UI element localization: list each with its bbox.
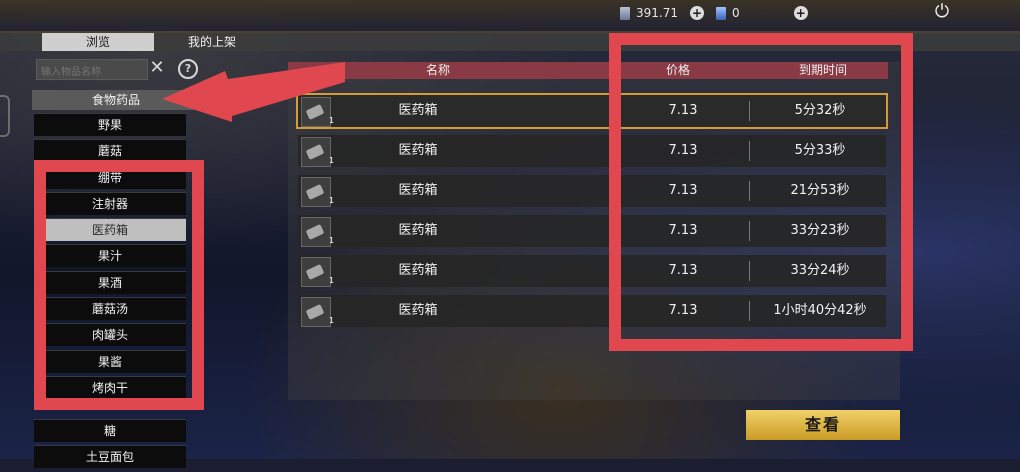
coin-amount: 391.71 [636,6,678,20]
item-name: 医药箱 [398,263,438,278]
card-icon [716,6,726,20]
coin-icon [620,6,630,20]
card-amount: 0 [732,6,740,20]
category-item[interactable]: 蘑菇 [34,139,186,163]
search-input[interactable] [37,63,145,82]
item-name: 医药箱 [398,183,438,198]
category-list-bottom: 糖 土豆面包 [34,419,186,472]
side-handle[interactable] [0,95,10,137]
item-name: 医药箱 [398,103,438,118]
add-card-plus-icon[interactable]: + [793,6,808,20]
view-button[interactable]: 查看 [746,410,900,440]
help-icon[interactable]: ? [178,59,198,79]
category-item[interactable]: 野果 [34,113,186,136]
category-header[interactable]: 食物药品 [32,90,200,110]
highlight-box-categories [34,160,204,410]
item-name: 医药箱 [398,143,438,158]
tab-my-listings[interactable]: 我的上架 [170,33,254,51]
item-name: 医药箱 [398,303,438,318]
power-icon[interactable]: ⏻ [932,2,952,22]
item-name: 医药箱 [398,223,438,238]
category-item[interactable]: 糖 [34,419,186,442]
category-item[interactable]: 土豆面包 [34,445,186,469]
medkit-icon: 1 [301,297,334,327]
header-name: 名称 [425,63,450,77]
top-ornament [0,0,1020,34]
medkit-icon: 1 [301,177,334,207]
tab-browse[interactable]: 浏览 [42,33,154,51]
medkit-icon: 1 [301,217,334,247]
medkit-icon: 1 [301,97,334,127]
medkit-icon: 1 [301,137,334,167]
search-box [36,59,148,82]
add-coin-plus-icon[interactable]: + [690,6,704,20]
clear-icon[interactable]: ✕ [148,58,166,78]
highlight-box-price-expiry [609,33,913,351]
medkit-icon: 1 [301,257,334,287]
currency-bar: 391.71 + 0 + [620,6,814,20]
